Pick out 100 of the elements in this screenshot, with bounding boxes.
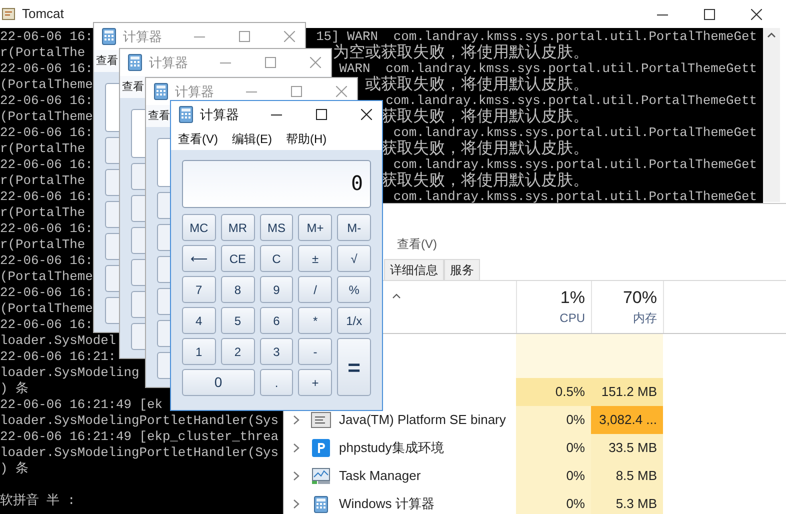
- calculator-key[interactable]: [157, 352, 171, 379]
- calculator-key[interactable]: 0: [182, 369, 255, 396]
- calculator-key[interactable]: 4: [182, 307, 216, 334]
- console-line: 22-06-06 16:: [0, 189, 93, 205]
- calculator-key[interactable]: -: [298, 338, 332, 365]
- calculator-key[interactable]: MR: [220, 214, 255, 241]
- calculator-key[interactable]: [131, 323, 145, 350]
- cpu-cell: 0%: [516, 434, 591, 462]
- calculator-icon: [154, 83, 168, 100]
- calculator-key[interactable]: √: [337, 245, 371, 272]
- calculator-key[interactable]: [131, 227, 145, 254]
- menu-item[interactable]: 查看(V): [397, 235, 437, 253]
- menu-item[interactable]: 帮助(H): [286, 130, 327, 148]
- calculator-icon: [179, 106, 193, 123]
- calculator-key[interactable]: [105, 169, 119, 196]
- calculator-key[interactable]: .: [260, 369, 294, 396]
- column-header[interactable]: 1% CPU: [516, 281, 591, 333]
- process-name[interactable]: Task Manager: [339, 469, 421, 483]
- display-field: 0: [182, 160, 371, 208]
- console-line: 软拼音 半 :: [0, 493, 76, 509]
- process-name[interactable]: phpstudy集成环境: [339, 441, 444, 455]
- calculator-key[interactable]: [105, 233, 119, 260]
- process-name[interactable]: Windows 计算器: [339, 497, 434, 511]
- expand-chevron-icon[interactable]: [293, 443, 300, 453]
- tab[interactable]: 详细信息: [384, 259, 444, 280]
- calculator-key[interactable]: [131, 195, 145, 222]
- calculator-key[interactable]: M+: [298, 214, 332, 241]
- console-line: 或获取失败，将使用默认皮肤。: [365, 77, 589, 93]
- calculator-key[interactable]: CE: [220, 245, 255, 272]
- column-header[interactable]: 70% 内存: [591, 281, 663, 333]
- cpu-cell: 0%: [516, 490, 591, 514]
- console-line: r(PortalThe: [0, 237, 86, 253]
- calculator-key[interactable]: =: [337, 338, 371, 396]
- calculator-key[interactable]: *: [298, 307, 332, 334]
- calculator-key[interactable]: %: [337, 276, 371, 303]
- calculator-key[interactable]: 1: [182, 338, 216, 365]
- menu-item[interactable]: 查看: [122, 80, 144, 94]
- calculator-key[interactable]: [131, 163, 145, 190]
- calculator-key[interactable]: 7: [182, 276, 216, 303]
- monitor-chart-icon: [311, 467, 331, 485]
- console-line: 为空或获取失败，将使用默认皮肤。: [333, 45, 589, 61]
- close-icon[interactable]: [751, 8, 762, 20]
- calculator-key[interactable]: 5: [220, 307, 255, 334]
- expand-chevron-icon[interactable]: [293, 499, 300, 509]
- menu-item[interactable]: 查看: [96, 54, 118, 68]
- calculator-key[interactable]: M-: [337, 214, 371, 241]
- console-line: 22-06-06 16:: [0, 29, 93, 45]
- calculator-key[interactable]: C: [260, 245, 294, 272]
- console-line: r(PortalThe: [0, 173, 86, 189]
- calculator-key[interactable]: 9: [260, 276, 294, 303]
- console-line: com.landray.kmss.sys.portal.util.PortalThemeGett: [386, 93, 757, 108]
- console-line: loader.SysModelingPortletHandler(Sys: [0, 445, 278, 461]
- console-line: 22-06-06 16:21:: [0, 349, 116, 365]
- menu-item[interactable]: 编辑(E): [232, 130, 272, 148]
- calculator-key[interactable]: ±: [298, 245, 332, 272]
- console-line: 22-06-06 16:21:49 [ek: [0, 397, 162, 413]
- calculator-key[interactable]: [131, 259, 145, 286]
- calculator-key[interactable]: [157, 224, 171, 251]
- close-icon[interactable]: [361, 109, 372, 120]
- calculator-key[interactable]: [157, 320, 171, 347]
- app-icon: [2, 7, 16, 21]
- calculator-key[interactable]: [157, 288, 171, 315]
- expand-chevron-icon[interactable]: [293, 415, 300, 425]
- menu-item[interactable]: 查看(V): [178, 130, 218, 148]
- calculator-key[interactable]: [157, 256, 171, 283]
- calculator-key[interactable]: 3: [260, 338, 294, 365]
- scroll-up-icon[interactable]: [767, 32, 776, 38]
- calculator-key[interactable]: MS: [260, 214, 294, 241]
- calculator-key[interactable]: [157, 192, 171, 219]
- calculator-key[interactable]: [131, 291, 145, 318]
- window-title: 计算器: [123, 28, 162, 46]
- window-title: Tomcat: [22, 5, 64, 24]
- calculator-key[interactable]: [105, 265, 119, 292]
- maximize-icon[interactable]: [704, 8, 715, 20]
- calculator-key[interactable]: [105, 297, 119, 324]
- calculator-key[interactable]: 8: [220, 276, 255, 303]
- console-line: (PortalTheme: [0, 77, 93, 93]
- memory-cell: 3,082.4 ...: [591, 406, 663, 434]
- calculator-icon: [128, 54, 142, 71]
- calculator-key[interactable]: ⟵: [182, 245, 216, 272]
- process-name[interactable]: Java(TM) Platform SE binary: [339, 413, 506, 427]
- calculator-key[interactable]: MC: [182, 214, 216, 241]
- console-line: ) 条: [0, 461, 28, 477]
- window-title: 计算器: [149, 54, 188, 72]
- tab[interactable]: 服务: [444, 259, 480, 280]
- maximize-icon[interactable]: [316, 109, 327, 120]
- console-line: loader.SysModelingPortletHandler(Sys: [0, 413, 278, 429]
- calculator-key[interactable]: 2: [220, 338, 255, 365]
- calculator-key[interactable]: [105, 201, 119, 228]
- expand-chevron-icon[interactable]: [293, 471, 300, 481]
- calculator-key[interactable]: [105, 137, 119, 164]
- sort-caret-icon[interactable]: [392, 293, 401, 299]
- console-line: com.landray.kmss.sys.portal.util.PortalThemeGet: [393, 189, 757, 205]
- console-line: 22-06-06 16:: [0, 61, 93, 77]
- menu-item[interactable]: 查看: [148, 110, 170, 122]
- calculator-key[interactable]: /: [298, 276, 332, 303]
- calculator-key[interactable]: 1/x: [337, 307, 371, 334]
- calculator-key[interactable]: 6: [260, 307, 294, 334]
- calculator-key[interactable]: +: [298, 369, 332, 396]
- console-line: 22-06-06 16:: [0, 93, 93, 109]
